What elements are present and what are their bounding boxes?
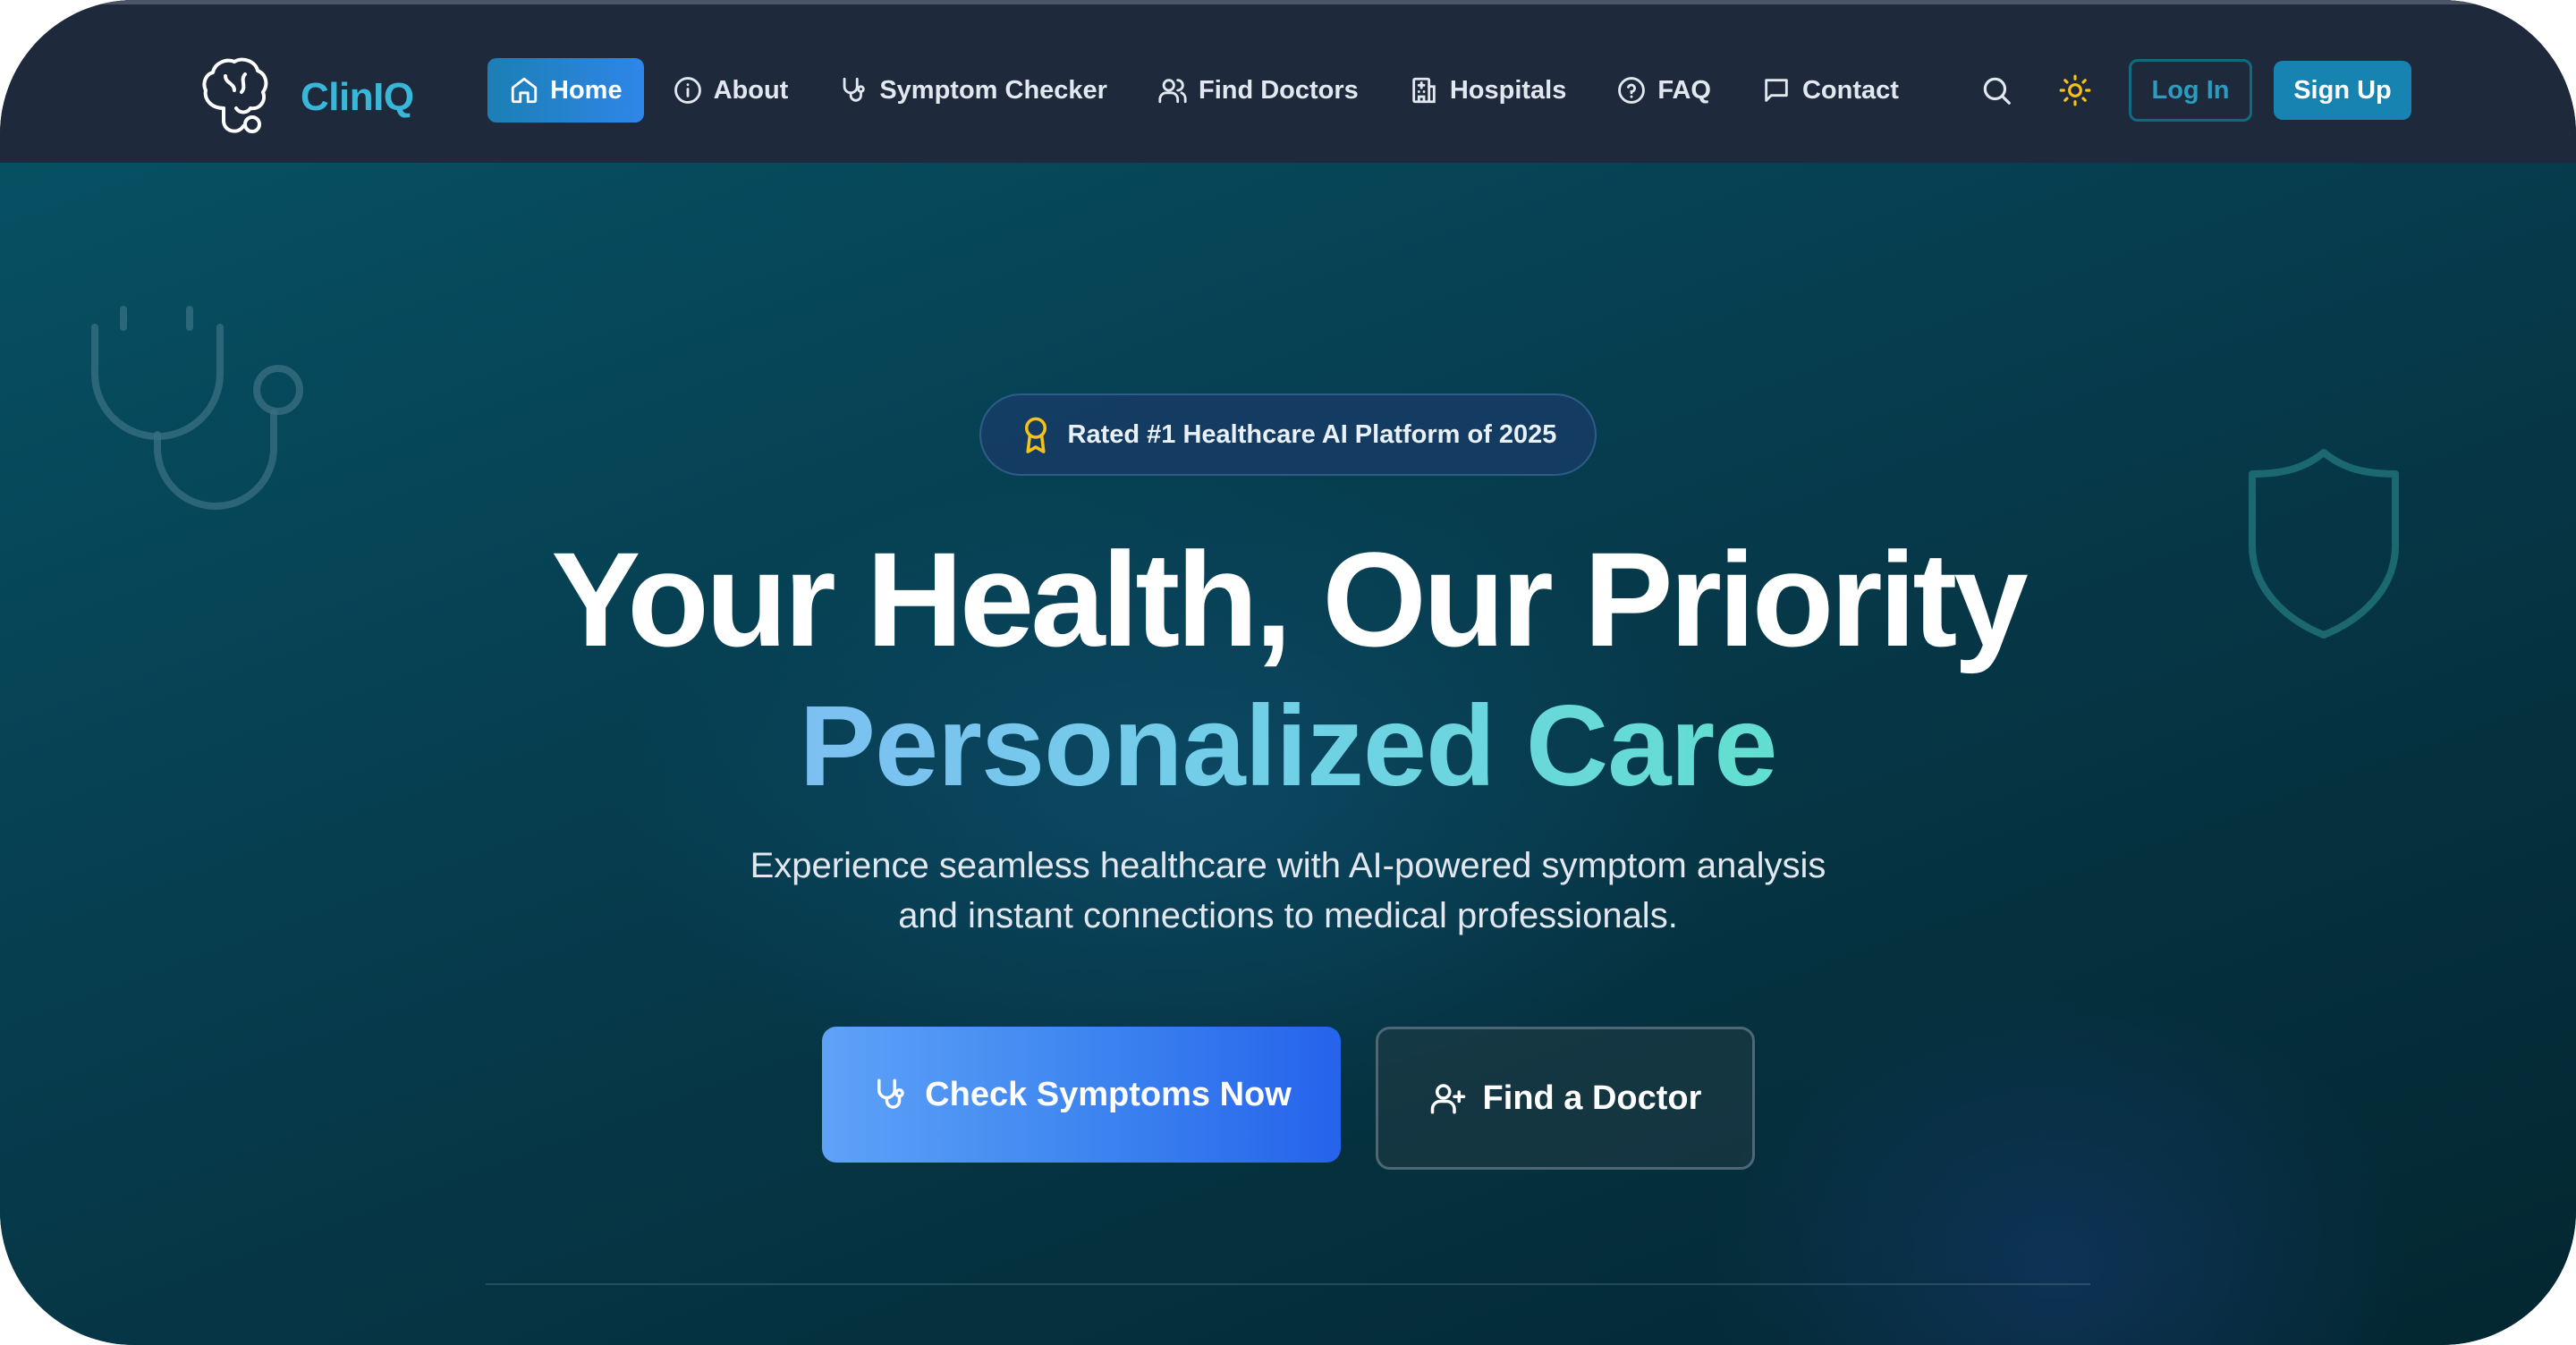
- stethoscope-icon: [91, 306, 303, 510]
- hero-divider: [486, 1283, 2090, 1285]
- hero-subheadline: Personalized Care: [0, 680, 2576, 814]
- badge-text: Rated #1 Healthcare AI Platform of 2025: [1067, 419, 1557, 449]
- nav-label-contact: Contact: [1801, 75, 1899, 105]
- brand[interactable]: ClinIQ: [199, 55, 414, 140]
- hero-description-line-1: Experience seamless healthcare with AI-p…: [750, 846, 1826, 885]
- find-doctor-button[interactable]: Find a Doctor: [1376, 1027, 1755, 1170]
- login-button[interactable]: Log In: [2129, 59, 2252, 122]
- nav-label-home: Home: [550, 75, 623, 105]
- top-navbar: ClinIQ Home About Symptom Checker Find D…: [0, 0, 2576, 167]
- award-icon: [1024, 417, 1046, 453]
- nav-item-symptom-checker[interactable]: Symptom Checker: [817, 58, 1129, 123]
- hero-description: Experience seamless healthcare with AI-p…: [0, 841, 2576, 941]
- nav-item-faq[interactable]: FAQ: [1595, 58, 1733, 123]
- award-badge: Rated #1 Healthcare AI Platform of 2025: [979, 393, 1597, 476]
- search-icon: [1983, 77, 2011, 105]
- signup-button[interactable]: Sign Up: [2274, 61, 2411, 120]
- users-icon: [1158, 79, 1187, 104]
- hero-description-line-2: and instant connections to medical profe…: [898, 896, 1678, 935]
- hero-subheadline-text: Personalized Care: [799, 682, 1778, 810]
- stethoscope-icon: [877, 1079, 904, 1109]
- nav-item-contact[interactable]: Contact: [1740, 58, 1920, 123]
- home-icon: [511, 77, 538, 104]
- search-button[interactable]: [1971, 65, 2021, 115]
- nav-label-faq: FAQ: [1657, 75, 1711, 105]
- hero-headline: Your Health, Our Priority: [551, 524, 2029, 674]
- help-circle-icon: [1618, 77, 1646, 104]
- nav-label-hospitals: Hospitals: [1449, 75, 1567, 105]
- nav-actions: Log In Sign Up: [1971, 58, 2411, 123]
- stethoscope-icon: [843, 77, 866, 102]
- nav-item-about[interactable]: About: [651, 58, 810, 123]
- check-symptoms-button[interactable]: Check Symptoms Now: [822, 1027, 1341, 1163]
- app-window: ClinIQ Home About Symptom Checker Find D…: [0, 0, 2576, 1345]
- brain-stethoscope-icon: [202, 57, 268, 133]
- nav-label-symptom-checker: Symptom Checker: [879, 75, 1107, 105]
- check-symptoms-label: Check Symptoms Now: [925, 1075, 1292, 1113]
- main-nav: Home About Symptom Checker Find Doctors …: [487, 58, 1928, 123]
- message-icon: [1765, 79, 1788, 102]
- nav-item-find-doctors[interactable]: Find Doctors: [1136, 58, 1380, 123]
- nav-label-find-doctors: Find Doctors: [1198, 75, 1359, 105]
- find-doctor-label: Find a Doctor: [1482, 1079, 1702, 1117]
- hospital-icon: [1412, 77, 1436, 104]
- nav-item-hospitals[interactable]: Hospitals: [1387, 58, 1589, 123]
- nav-label-about: About: [713, 75, 789, 105]
- user-plus-icon: [1430, 1084, 1465, 1114]
- info-icon: [674, 77, 701, 104]
- theme-toggle-button[interactable]: [2050, 65, 2100, 115]
- nav-item-home[interactable]: Home: [487, 58, 644, 123]
- brand-name: ClinIQ: [301, 75, 414, 119]
- sun-icon: [2059, 74, 2091, 106]
